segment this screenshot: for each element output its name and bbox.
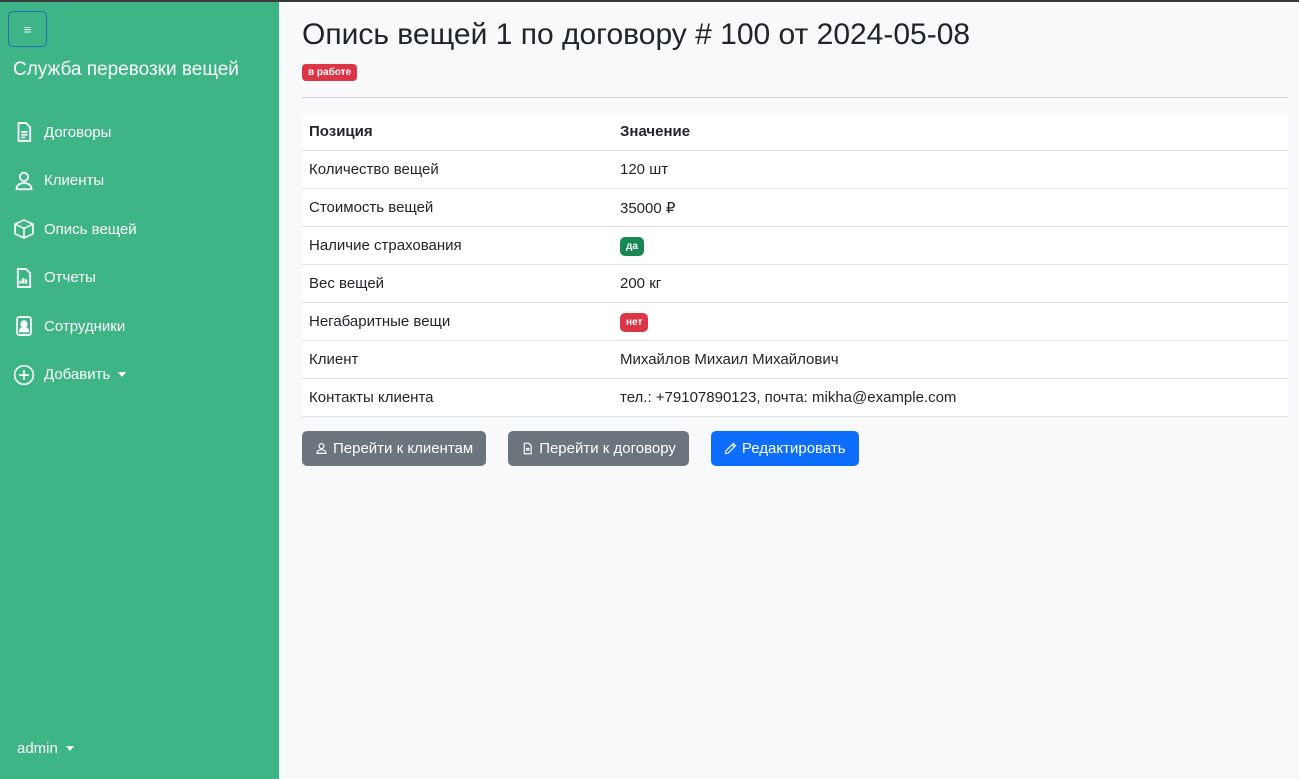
button-label: Перейти к договору (539, 440, 676, 457)
table-row: Негабаритные вещи нет (302, 303, 1288, 341)
action-bar: Перейти к клиентам Перейти к договору Ре… (302, 431, 859, 466)
person-icon (316, 443, 327, 454)
sidebar-nav: Договоры Клиенты Опись вещей Отчеты Сотр… (0, 108, 279, 399)
table-row: Клиент Михайлов Михаил Михайлович (302, 341, 1288, 379)
row-label: Негабаритные вещи (309, 313, 451, 330)
oversized-badge: нет (620, 312, 649, 332)
row-label: Наличие страхования (309, 237, 462, 254)
box-icon (13, 218, 35, 240)
sidebar: ≡ Служба перевозки вещей Договоры Клиент… (0, 2, 279, 779)
document-icon (523, 442, 532, 455)
edit-button[interactable]: Редактировать (710, 431, 859, 466)
button-label: Перейти к клиентам (333, 440, 474, 457)
sidebar-item-label: Добавить (44, 366, 111, 384)
row-value: Михайлов Михаил Михайлович (620, 351, 839, 368)
row-label: Количество вещей (309, 161, 439, 178)
row-value: да (620, 236, 1288, 256)
row-value: тел.: +79107890123, почта: mikha@example… (620, 389, 957, 406)
hamburger-icon: ≡ (23, 21, 32, 37)
table-header-row: Позиция Значение (302, 113, 1288, 151)
column-header: Позиция (309, 123, 373, 140)
go-to-clients-button[interactable]: Перейти к клиентам (302, 431, 487, 466)
go-to-contract-button[interactable]: Перейти к договору (508, 431, 689, 466)
row-label: Клиент (309, 351, 359, 368)
sidebar-toggle-button[interactable]: ≡ (8, 11, 47, 47)
table-row: Наличие страхования да (302, 227, 1288, 265)
status-badge: в работе (302, 64, 358, 81)
row-value: 120 шт (620, 161, 669, 178)
sidebar-item-reports[interactable]: Отчеты (0, 254, 279, 303)
sidebar-item-contracts[interactable]: Договоры (0, 108, 279, 157)
details-table: Позиция Значение Количество вещей 120 шт… (302, 113, 1288, 417)
button-label: Редактировать (741, 440, 846, 457)
caret-down-icon (65, 746, 74, 751)
row-label: Стоимость вещей (309, 199, 434, 216)
row-label: Вес вещей (309, 275, 385, 292)
sidebar-item-inventory[interactable]: Опись вещей (0, 205, 279, 254)
sidebar-item-label: Сотрудники (44, 317, 126, 335)
row-value: нет (620, 312, 1288, 332)
row-label: Контакты клиента (309, 389, 434, 406)
table-row: Количество вещей 120 шт (302, 151, 1288, 189)
pencil-icon (724, 442, 737, 455)
table-row: Стоимость вещей 35000 ₽ (302, 189, 1288, 227)
sidebar-item-label: Клиенты (44, 172, 105, 190)
sidebar-item-employees[interactable]: Сотрудники (0, 302, 279, 351)
table-row: Контакты клиента тел.: +79107890123, поч… (302, 379, 1288, 417)
username: admin (17, 740, 58, 757)
insurance-badge: да (620, 236, 644, 256)
table-row: Вес вещей 200 кг (302, 265, 1288, 303)
sidebar-item-label: Опись вещей (44, 220, 137, 238)
divider (302, 97, 1288, 98)
brand-title: Служба перевозки вещей (13, 59, 239, 80)
row-value: 35000 ₽ (620, 199, 676, 217)
sidebar-item-clients[interactable]: Клиенты (0, 157, 279, 206)
sidebar-item-label: Договоры (44, 123, 112, 141)
person-icon (13, 170, 35, 192)
column-header: Значение (620, 123, 691, 140)
sidebar-item-label: Отчеты (44, 269, 96, 287)
row-value: 200 кг (620, 275, 662, 292)
caret-down-icon (118, 372, 127, 378)
badge-icon (13, 315, 35, 337)
report-icon (13, 267, 35, 289)
page-title: Опись вещей 1 по договору # 100 от 2024-… (302, 18, 971, 51)
sidebar-item-add-dropdown[interactable]: Добавить (0, 351, 279, 400)
user-menu[interactable]: admin (17, 740, 74, 757)
document-icon (13, 121, 35, 143)
plus-circle-icon (13, 364, 35, 386)
